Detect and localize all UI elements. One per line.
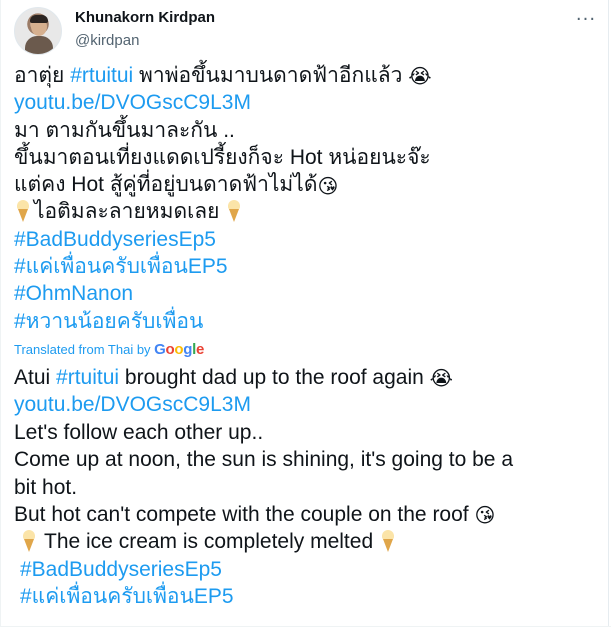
tweet-line: ขึ้นมาตอนเที่ยงแดดเปรี้ยงก็จะ Hot หน่อยน…: [14, 145, 431, 169]
tweet-line: อาตุ่ย #rtuitui พาพ่อขึ้นมาบนดาดฟ้าอีกแล…: [14, 62, 604, 89]
avatar[interactable]: [14, 7, 62, 55]
hashtag-link[interactable]: #แค่เพื่อนครับเพื่อนEP5: [14, 255, 228, 278]
youtube-link[interactable]: youtu.be/DVOGscC9L3M: [14, 393, 251, 416]
tweet-line: youtu.be/DVOGscC9L3M: [14, 391, 604, 418]
tweet-line: แต่คง Hot สู้คู่ที่อยู่บนดาดฟ้าไม่ได้😘: [14, 171, 604, 198]
tweet-line: youtu.be/DVOGscC9L3M: [14, 89, 604, 116]
tweet-line: The ice cream is completely melted: [14, 528, 604, 555]
hashtag-link[interactable]: #rtuitui: [56, 366, 119, 389]
tweet-text: ไอติมละลายหมดเลย: [34, 200, 220, 224]
tweet-line: But hot can't compete with the couple on…: [14, 501, 604, 528]
tweet-text: พาพ่อขึ้นมาบนดาดฟ้าอีกแล้ว: [133, 64, 409, 87]
tweet-text: But hot can't compete with the couple on…: [14, 503, 475, 526]
more-options-icon[interactable]: ···: [574, 7, 598, 31]
translated-label: Translated from Thai by: [14, 341, 155, 357]
loudly-crying-face-icon: 😭: [408, 64, 432, 89]
tweet-body: อาตุ่ย #rtuitui พาพ่อขึ้นมาบนดาดฟ้าอีกแล…: [14, 62, 604, 611]
hashtag-link[interactable]: #rtuitui: [70, 64, 133, 87]
tweet-text: The ice cream is completely melted: [44, 530, 374, 554]
tweet-line: Let's follow each other up..: [14, 420, 264, 444]
tweet-text: brought dad up to the roof again: [119, 365, 430, 389]
tweet-line: Come up at noon, the sun is shining, it'…: [14, 448, 513, 472]
author-handle[interactable]: @kirdpan: [75, 32, 139, 49]
ice-cream-icon: [227, 200, 241, 223]
hashtag-link[interactable]: #หวานน้อยครับเพื่อน: [14, 310, 203, 333]
ice-cream-icon: [22, 530, 36, 553]
tweet-text: Atui: [14, 365, 57, 389]
translation-block: Atui #rtuitui brought dad up to the roof…: [14, 364, 604, 611]
tweet-line: #แค่เพื่อนครับเพื่อนEP5: [14, 253, 604, 280]
translated-by-google[interactable]: Translated from Thai by Google: [14, 341, 604, 358]
youtube-link[interactable]: youtu.be/DVOGscC9L3M: [14, 91, 251, 114]
face-blowing-kiss-icon: 😘: [317, 173, 339, 198]
tweet-card: Khunakorn Kirdpan @kirdpan ··· อาตุ่ย #r…: [0, 0, 611, 627]
tweet-line: มา ตามกันขึ้นมาละกัน ..: [14, 118, 235, 142]
ice-cream-icon: [381, 530, 395, 553]
tweet-line: ไอติมละลายหมดเลย: [14, 198, 604, 225]
ice-cream-icon: [16, 200, 30, 223]
tweet-line: #หวานน้อยครับเพื่อน: [14, 308, 604, 335]
tweet-line: #BadBuddyseriesEp5: [14, 226, 604, 253]
author-name[interactable]: Khunakorn Kirdpan: [75, 9, 215, 26]
loudly-crying-face-icon: 😭: [429, 366, 454, 391]
tweet-text: แต่คง Hot สู้คู่ที่อยู่บนดาดฟ้าไม่ได้: [14, 173, 318, 197]
tweet-text: อาตุ่ย: [14, 64, 71, 87]
hashtag-link[interactable]: #BadBuddyseriesEp5: [20, 558, 222, 581]
hashtag-link[interactable]: #แค่เพื่อนครับเพื่อนEP5: [20, 585, 234, 608]
tweet-line: Atui #rtuitui brought dad up to the roof…: [14, 364, 604, 391]
tweet-line: #OhmNanon: [14, 280, 604, 307]
face-blowing-kiss-icon: 😘: [474, 503, 496, 528]
tweet-line: #แค่เพื่อนครับเพื่อนEP5: [14, 583, 604, 610]
tweet-line: bit hot.: [14, 475, 78, 499]
hashtag-link[interactable]: #OhmNanon: [14, 282, 133, 305]
tweet-line: #BadBuddyseriesEp5: [14, 556, 604, 583]
google-logo: Google: [154, 340, 205, 358]
tweet-header: Khunakorn Kirdpan @kirdpan ···: [14, 7, 604, 55]
hashtag-link[interactable]: #BadBuddyseriesEp5: [14, 228, 216, 251]
